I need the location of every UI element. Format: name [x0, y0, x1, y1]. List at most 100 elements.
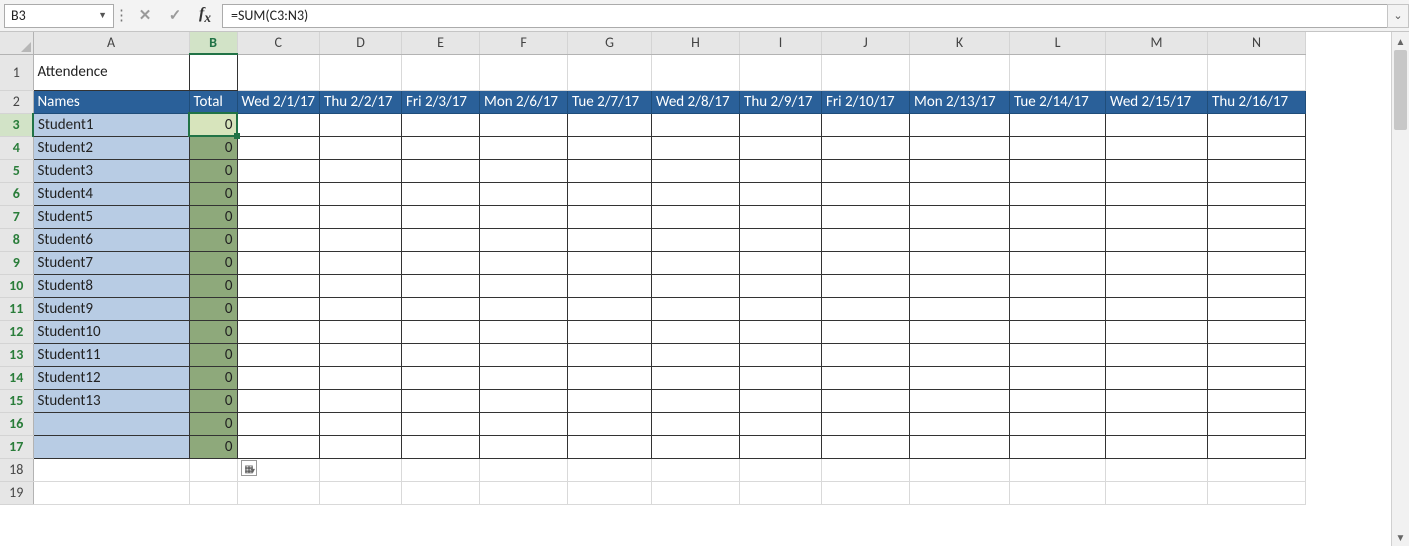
cell[interactable]: [652, 54, 740, 90]
cell[interactable]: [402, 113, 480, 136]
cell[interactable]: [1010, 251, 1106, 274]
cell[interactable]: [568, 136, 652, 159]
total-cell[interactable]: 0: [189, 412, 237, 435]
cell[interactable]: [480, 366, 568, 389]
cell[interactable]: [480, 343, 568, 366]
cell[interactable]: [237, 320, 320, 343]
cell[interactable]: [652, 159, 740, 182]
cell[interactable]: [822, 205, 910, 228]
cell[interactable]: [1208, 205, 1306, 228]
cell[interactable]: [568, 320, 652, 343]
cell[interactable]: [910, 136, 1010, 159]
header-cell[interactable]: Total: [189, 90, 237, 113]
cell[interactable]: [568, 251, 652, 274]
name-cell[interactable]: Student10: [33, 320, 189, 343]
cell[interactable]: [1106, 136, 1208, 159]
total-cell[interactable]: 0: [189, 205, 237, 228]
cell[interactable]: [1010, 412, 1106, 435]
row-header-12[interactable]: 12: [0, 320, 33, 343]
cell[interactable]: [402, 54, 480, 90]
column-header-F[interactable]: F: [480, 32, 568, 54]
cell[interactable]: [910, 251, 1010, 274]
cell[interactable]: [402, 366, 480, 389]
cell[interactable]: [320, 412, 402, 435]
cell[interactable]: [1208, 182, 1306, 205]
cell[interactable]: [237, 366, 320, 389]
cell[interactable]: [480, 136, 568, 159]
cell[interactable]: [189, 458, 237, 481]
row-header-13[interactable]: 13: [0, 343, 33, 366]
cell[interactable]: [1106, 228, 1208, 251]
cancel-icon[interactable]: ✕: [136, 6, 154, 25]
cell[interactable]: [740, 136, 822, 159]
cell[interactable]: [1106, 182, 1208, 205]
cell[interactable]: [480, 481, 568, 504]
cell[interactable]: [320, 113, 402, 136]
row-header-3[interactable]: 3: [0, 113, 33, 136]
cell[interactable]: [1208, 297, 1306, 320]
header-cell[interactable]: Mon 2/13/17: [910, 90, 1010, 113]
cell[interactable]: [910, 389, 1010, 412]
name-cell[interactable]: Student7: [33, 251, 189, 274]
cell[interactable]: [910, 228, 1010, 251]
header-cell[interactable]: Fri 2/10/17: [822, 90, 910, 113]
cell[interactable]: [822, 113, 910, 136]
cell[interactable]: [320, 159, 402, 182]
cell[interactable]: [822, 182, 910, 205]
cell[interactable]: [1106, 251, 1208, 274]
column-header-H[interactable]: H: [652, 32, 740, 54]
cell[interactable]: [320, 205, 402, 228]
cell[interactable]: [320, 297, 402, 320]
row-header-7[interactable]: 7: [0, 205, 33, 228]
cell[interactable]: [568, 412, 652, 435]
expand-formula-bar-icon[interactable]: ⌄: [1387, 4, 1409, 28]
total-cell[interactable]: 0: [189, 435, 237, 458]
row-header-14[interactable]: 14: [0, 366, 33, 389]
name-cell[interactable]: Student11: [33, 343, 189, 366]
name-cell[interactable]: [33, 435, 189, 458]
cell[interactable]: [320, 274, 402, 297]
cell[interactable]: [237, 182, 320, 205]
cell[interactable]: [1208, 389, 1306, 412]
cell[interactable]: [1208, 458, 1306, 481]
cell[interactable]: [822, 343, 910, 366]
cell[interactable]: [910, 343, 1010, 366]
enter-icon[interactable]: ✓: [166, 6, 184, 25]
cell[interactable]: [402, 297, 480, 320]
cell[interactable]: [652, 182, 740, 205]
cell[interactable]: [1106, 159, 1208, 182]
cell[interactable]: [740, 182, 822, 205]
cell[interactable]: [320, 366, 402, 389]
cell[interactable]: [1010, 54, 1106, 90]
cell[interactable]: [740, 366, 822, 389]
cell[interactable]: [568, 297, 652, 320]
cell[interactable]: [652, 458, 740, 481]
cell[interactable]: [740, 412, 822, 435]
cell[interactable]: [822, 481, 910, 504]
cell[interactable]: [320, 389, 402, 412]
cell[interactable]: [1010, 136, 1106, 159]
cell[interactable]: [822, 435, 910, 458]
cell[interactable]: [740, 251, 822, 274]
header-cell[interactable]: Wed 2/8/17: [652, 90, 740, 113]
row-header-4[interactable]: 4: [0, 136, 33, 159]
cell[interactable]: [480, 435, 568, 458]
cell[interactable]: [740, 343, 822, 366]
row-header-11[interactable]: 11: [0, 297, 33, 320]
cell[interactable]: [822, 320, 910, 343]
column-header-M[interactable]: M: [1106, 32, 1208, 54]
cell[interactable]: [822, 251, 910, 274]
cell[interactable]: [568, 113, 652, 136]
cell[interactable]: [822, 54, 910, 90]
cell[interactable]: [237, 251, 320, 274]
cell[interactable]: [740, 320, 822, 343]
column-header-B[interactable]: B: [189, 32, 237, 54]
cell[interactable]: [910, 366, 1010, 389]
cell[interactable]: [652, 343, 740, 366]
cell[interactable]: [1106, 366, 1208, 389]
row-header-2[interactable]: 2: [0, 90, 33, 113]
cell[interactable]: [910, 159, 1010, 182]
cell[interactable]: [1208, 412, 1306, 435]
cell[interactable]: [480, 251, 568, 274]
total-cell[interactable]: 0: [189, 251, 237, 274]
